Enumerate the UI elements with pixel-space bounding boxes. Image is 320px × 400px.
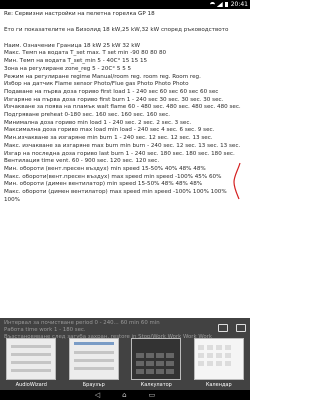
recent-apps-icon[interactable]: ▭	[149, 390, 156, 400]
app-label: AudioWizard	[15, 382, 47, 388]
calculator-thumbnail[interactable]	[131, 338, 182, 380]
param-line: Изчакване за поява на пламък wait flame …	[4, 104, 241, 111]
param-line: Подаване на първа доза гориво first load…	[4, 88, 219, 95]
recent-app-browser[interactable]: Браузър	[66, 338, 122, 388]
navigation-bar: ◁ ⌂ ▭	[0, 390, 250, 400]
recents-toolbar	[218, 324, 246, 332]
email-body[interactable]: Ето ги показателите на Бизолид 18 kW,25 …	[4, 27, 244, 204]
param-line: Зона на регулиране zone_reg 5 - 20C° 5 5…	[4, 65, 132, 72]
param-line: Мин. обороти (димен вентилатор) min spee…	[4, 181, 203, 188]
param-line: Макс. Темп на водата T_set max. T set mi…	[4, 50, 167, 57]
param-line: Мин. обороти (вент.пресен въздух) min sp…	[4, 165, 206, 172]
status-bar: 20:41	[0, 0, 250, 9]
signal-icon	[216, 2, 223, 7]
email-subject: Re: Сервизни настройки на пелетна горелк…	[4, 11, 155, 17]
status-time: 20:41	[230, 1, 248, 8]
param-line: Максимална доза гориво max load min load…	[4, 127, 215, 134]
calendar-thumbnail[interactable]	[193, 338, 244, 380]
recent-app-calculator[interactable]: Калкулатор	[128, 338, 184, 388]
red-pen-annotation	[233, 162, 241, 200]
param-line: Изгар на последна доза гориво last burn …	[4, 150, 235, 157]
param-line: Макс. обороти(вент.пресен въздух) max sp…	[4, 173, 222, 180]
home-icon[interactable]: ⌂	[122, 390, 126, 400]
browser-thumbnail[interactable]	[68, 338, 119, 380]
screenshot-icon[interactable]	[218, 324, 228, 332]
param-line: Избор на датчик Flame sensor Photo/Flue …	[4, 81, 189, 88]
recent-app-audiowizard[interactable]: AudioWizard	[3, 338, 59, 388]
email-intro: Ето ги показателите на Бизолид 18 kW,25 …	[4, 27, 229, 33]
wifi-icon	[209, 1, 215, 8]
param-line: Подгряване preheat 0-180 sec. 160 sec. 1…	[4, 112, 171, 119]
param-line: Наим. Означение Граница 18 kW 25 kW 32 k…	[4, 42, 141, 49]
param-line: Режим на регулиране regime Manual/room r…	[4, 73, 201, 80]
status-icons	[209, 1, 228, 8]
param-line: Макс. изчакване за изгаряне max burn min…	[4, 142, 241, 149]
app-label: Календар	[205, 382, 232, 388]
app-label: Калкулатор	[140, 382, 172, 388]
param-line: Мин.изчакване за изгаряне min burn 1 - 2…	[4, 135, 213, 142]
app-label: Браузър	[82, 382, 105, 388]
audio-wizard-thumbnail[interactable]	[6, 338, 57, 380]
back-icon[interactable]: ◁	[95, 390, 100, 400]
battery-icon	[224, 2, 228, 7]
clear-all-icon[interactable]	[236, 324, 246, 332]
param-line: Мин. Темп на водата T_set_min 5 - 40C° 1…	[4, 58, 148, 65]
faded-line: Работа time work 1 - 180 sec.	[4, 327, 86, 333]
recent-app-calendar[interactable]: Календар	[191, 338, 247, 388]
param-line: Вентилация time vent. 60 - 900 sec. 120 …	[4, 158, 160, 165]
recent-apps-list: AudioWizard Браузър Калкулатор Календар	[0, 338, 250, 388]
faded-line: Интервал за почистване period 0 - 240...…	[4, 320, 160, 326]
param-line: Минимална доза гориво min load 1 - 240 s…	[4, 119, 192, 126]
param-line: Изгаряне на първа доза гориво first burn…	[4, 96, 224, 103]
param-line: Макс. обороти (димен вентилатор) max spe…	[4, 189, 227, 203]
